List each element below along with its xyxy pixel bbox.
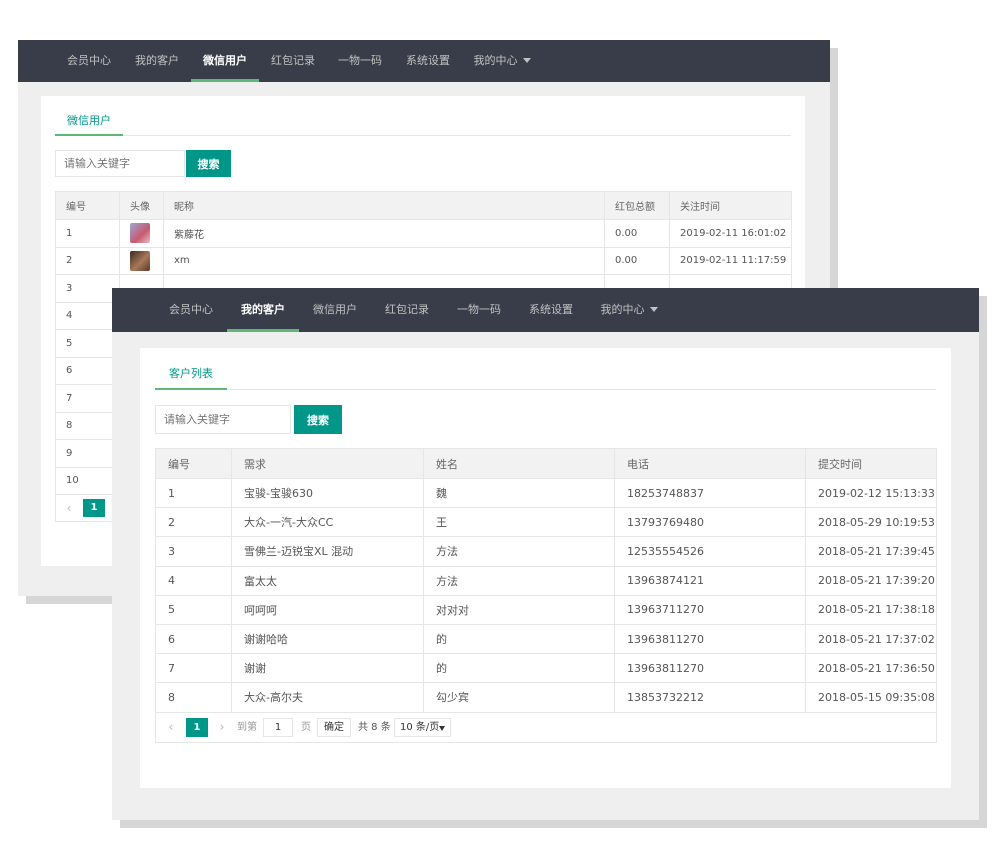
table-row: 4 富太太 方法 13963874121 2018-05-21 17:39:20 xyxy=(155,565,937,596)
caret-down-icon xyxy=(649,306,658,312)
front-nav-active-indicator xyxy=(227,329,299,332)
pager-goto-label: 到第 xyxy=(237,721,257,733)
front-content-panel: 客户列表 搜索 编号 需求 姓名 电话 提交时间 1 宝骏-宝骏630 魏 xyxy=(140,348,951,788)
header-nickname: 昵称 xyxy=(163,191,605,220)
pager-size-select[interactable]: 10 条/页 xyxy=(394,717,451,737)
back-nav-wechat-users[interactable]: 微信用户 xyxy=(191,40,259,82)
table-row: 1 紫藤花 0.00 2019-02-11 16:01:02 xyxy=(55,219,792,248)
table-row: 6 谢谢哈哈 的 13963811270 2018-05-21 17:37:02 xyxy=(155,623,937,655)
pager-total-count: 共 8 条 xyxy=(358,721,391,733)
pager-goto-input[interactable] xyxy=(263,717,293,737)
front-nav-red-packets[interactable]: 红包记录 xyxy=(372,288,442,332)
header-id: 编号 xyxy=(155,448,232,479)
table-row: 2 大众-一汽-大众CC 王 13793769480 2018-05-29 10… xyxy=(155,507,937,538)
pager-prev-icon[interactable]: ‹ xyxy=(62,500,76,516)
caret-down-icon xyxy=(439,725,445,731)
table-header-row: 编号 需求 姓名 电话 提交时间 xyxy=(155,448,937,479)
front-nav-bar: 会员中心 我的客户 微信用户 红包记录 一物一码 系统设置 我的中心 xyxy=(112,288,979,332)
front-nav-wechat-users[interactable]: 微信用户 xyxy=(300,288,370,332)
front-tab-bar: 客户列表 xyxy=(155,362,936,390)
front-search-button[interactable]: 搜索 xyxy=(294,405,342,434)
header-name: 姓名 xyxy=(423,448,615,479)
back-tab-wechat-users[interactable]: 微信用户 xyxy=(55,110,123,136)
header-follow-time: 关注时间 xyxy=(669,191,792,220)
pager-prev-icon[interactable]: ‹ xyxy=(164,719,178,737)
pager-next-icon[interactable]: › xyxy=(215,719,229,737)
back-pager-page-1[interactable]: 1 xyxy=(83,499,105,517)
back-search-input[interactable] xyxy=(55,150,185,177)
front-customer-table: 编号 需求 姓名 电话 提交时间 1 宝骏-宝骏630 魏 1825374883… xyxy=(155,448,937,743)
front-nav-member-center[interactable]: 会员中心 xyxy=(156,288,226,332)
header-amount: 红包总额 xyxy=(604,191,670,220)
table-row: 2 xm 0.00 2019-02-11 11:17:59 xyxy=(55,246,792,275)
header-need: 需求 xyxy=(231,448,424,479)
table-row: 3 雪佛兰-迈锐宝XL 混动 方法 12535554526 2018-05-21… xyxy=(155,536,937,567)
front-nav-one-code[interactable]: 一物一码 xyxy=(444,288,514,332)
avatar xyxy=(130,250,150,271)
front-pager-page-1[interactable]: 1 xyxy=(186,717,208,737)
table-header-row: 编号 头像 昵称 红包总额 关注时间 xyxy=(55,191,792,220)
header-submit-time: 提交时间 xyxy=(805,448,937,479)
table-row: 1 宝骏-宝骏630 魏 18253748837 2019-02-12 15:1… xyxy=(155,477,937,509)
pager-confirm-button[interactable]: 确定 xyxy=(317,717,351,737)
front-nav-my-customers[interactable]: 我的客户 xyxy=(227,288,299,332)
table-row: 5 呵呵呵 对对对 13963711270 2018-05-21 17:38:1… xyxy=(155,594,937,625)
front-tab-customer-list[interactable]: 客户列表 xyxy=(155,362,227,390)
back-nav-one-code[interactable]: 一物一码 xyxy=(327,40,393,82)
back-tab-bar: 微信用户 xyxy=(55,110,791,136)
back-nav-system-settings[interactable]: 系统设置 xyxy=(395,40,461,82)
back-nav-my-center[interactable]: 我的中心 xyxy=(464,40,540,82)
front-nav-system-settings[interactable]: 系统设置 xyxy=(516,288,586,332)
front-pager-row: ‹ 1 › 到第 页 确定 共 8 条 10 条/页 xyxy=(155,711,937,743)
table-row: 8 大众-高尔夫 勾少宾 13853732212 2018-05-15 09:3… xyxy=(155,682,937,713)
pager-page-unit: 页 xyxy=(301,721,311,733)
header-id: 编号 xyxy=(55,191,120,220)
back-nav-bar: 会员中心 我的客户 微信用户 红包记录 一物一码 系统设置 我的中心 xyxy=(18,40,830,82)
header-phone: 电话 xyxy=(614,448,806,479)
header-avatar: 头像 xyxy=(119,191,164,220)
table-row: 7 谢谢 的 13963811270 2018-05-21 17:36:50 xyxy=(155,653,937,684)
avatar xyxy=(130,223,150,244)
back-search-button[interactable]: 搜索 xyxy=(186,150,231,177)
front-search-input[interactable] xyxy=(155,405,291,434)
back-nav-my-customers[interactable]: 我的客户 xyxy=(124,40,190,82)
back-nav-red-packets[interactable]: 红包记录 xyxy=(260,40,326,82)
front-nav-my-center[interactable]: 我的中心 xyxy=(588,288,670,332)
caret-down-icon xyxy=(522,57,531,63)
front-window: 会员中心 我的客户 微信用户 红包记录 一物一码 系统设置 我的中心 客户列表 … xyxy=(112,288,979,820)
back-nav-active-indicator xyxy=(191,79,259,82)
back-nav-member-center[interactable]: 会员中心 xyxy=(56,40,122,82)
